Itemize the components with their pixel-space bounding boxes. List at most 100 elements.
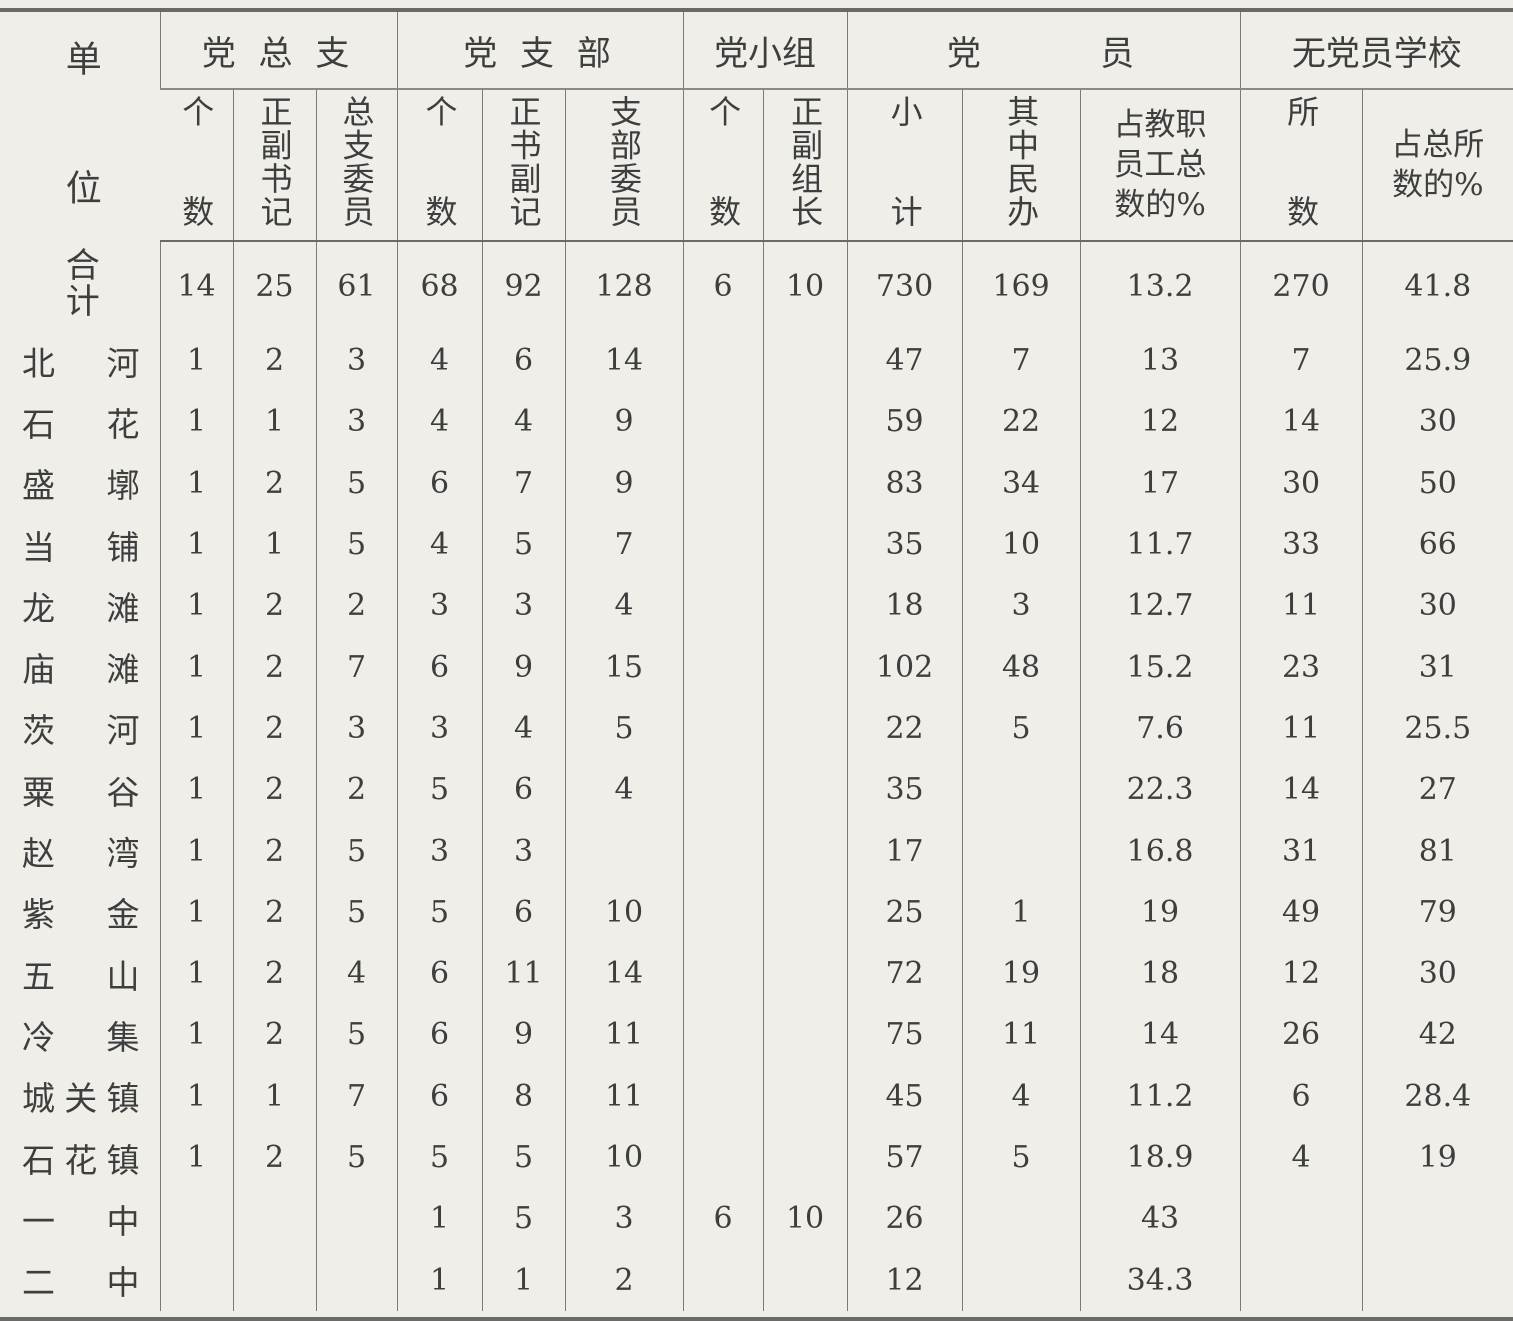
subheader: 占总所 数的% (1361, 89, 1513, 242)
table-cell: 14 (1239, 759, 1363, 821)
table-cell: 1 (481, 1249, 566, 1311)
subheader: 总支委员 (315, 89, 398, 242)
table-cell: 11.7 (1079, 513, 1241, 576)
table-cell: 6 (682, 1188, 764, 1250)
table-cell: 17 (846, 820, 963, 882)
table-cell: 1 (159, 697, 233, 760)
unit-name: 石花镇 (22, 1140, 140, 1180)
table-cell: 1 (232, 1065, 316, 1127)
table-row: 盛墎 1 2 5 6 7 9 83 34 17 30 50 (0, 452, 1513, 514)
table-cell: 30 (1361, 575, 1513, 637)
unit-name: 盛墎 (22, 466, 140, 506)
unit-name-cell: 冷集 (0, 1004, 160, 1065)
table-cell: 4 (315, 942, 398, 1005)
table-cell (1361, 1249, 1513, 1311)
table-cell: 4 (481, 697, 566, 760)
subheader-label: 总支委员 (337, 95, 376, 227)
subheader: 正副组长 (762, 89, 848, 242)
subheader: 小计 (846, 89, 963, 242)
table-cell: 5 (315, 820, 398, 882)
unit-header: 单位 (0, 12, 160, 241)
table-cell: 11 (961, 1004, 1081, 1066)
table-cell: 59 (846, 391, 963, 453)
table-cell: 1 (396, 1188, 483, 1250)
table-cell: 33 (1239, 513, 1363, 576)
table-cell: 11 (481, 942, 566, 1005)
table-cell: 7 (315, 1065, 398, 1127)
group-header-no-member-schools: 无党员学校 (1239, 12, 1513, 90)
table-cell: 48 (961, 636, 1081, 698)
subheader-label: 所数 (1282, 95, 1321, 227)
unit-name-cell: 盛墎 (0, 453, 160, 514)
unit-name: 庙滩 (22, 650, 140, 690)
total-label-cell: 合计 (0, 241, 160, 330)
table-body: 合计 14 25 61 68 92 128 6 10 730 169 13.2 270 41.8 北河 1… (0, 241, 1513, 1311)
table-cell: 1 (159, 759, 233, 821)
table-cell: 11 (564, 1004, 684, 1066)
table-cell (1239, 1249, 1363, 1311)
table-row: 茨河 1 2 3 3 4 5 22 5 7.6 11 25.5 (0, 697, 1513, 760)
table-cell: 72 (846, 942, 963, 1005)
table-cell: 30 (1361, 942, 1513, 1005)
table-cell: 66 (1361, 513, 1513, 576)
table-row: 龙滩 1 2 2 3 3 4 18 3 12.7 11 30 (0, 575, 1513, 637)
table-row: 庙滩 1 2 7 6 9 15 102 48 15.2 23 31 (0, 636, 1513, 698)
table-cell (961, 759, 1081, 821)
table-cell (682, 452, 764, 514)
table-cell: 6 (396, 636, 483, 698)
table-cell (564, 820, 684, 882)
table-cell: 5 (396, 759, 483, 821)
table-cell: 7 (481, 452, 566, 514)
table-cell: 9 (564, 452, 684, 514)
table-cell: 26 (1239, 1004, 1363, 1066)
subheader-label: 个数 (420, 95, 459, 227)
unit-name: 一中 (22, 1201, 140, 1241)
unit-name: 粟谷 (22, 772, 140, 812)
table-cell (682, 1065, 764, 1127)
table-cell: 13 (1079, 330, 1241, 392)
unit-name: 北河 (22, 343, 140, 383)
unit-name: 五山 (22, 956, 140, 996)
table-cell: 16.8 (1079, 820, 1241, 882)
table-cell: 6 (1239, 1065, 1363, 1127)
unit-name-cell: 当铺 (0, 514, 160, 575)
table-cell: 27 (1361, 759, 1513, 821)
table-cell: 5 (481, 513, 566, 576)
subheader-label: 正书副记 (504, 95, 543, 227)
table-cell: 30 (1361, 391, 1513, 453)
table-cell: 4 (396, 330, 483, 392)
table-cell: 47 (846, 330, 963, 392)
table-cell (762, 1065, 848, 1127)
table-row: 北河 1 2 3 4 6 14 47 7 13 7 25.9 (0, 330, 1513, 392)
table-cell: 3 (315, 697, 398, 760)
table-cell (682, 330, 764, 392)
table-cell: 12 (1079, 391, 1241, 453)
table-cell: 12.7 (1079, 575, 1241, 637)
table-cell: 25.5 (1361, 697, 1513, 760)
table-cell (762, 452, 848, 514)
table-cell: 25 (846, 881, 963, 943)
table-cell (159, 1188, 233, 1250)
subheader-label: 支部委员 (605, 95, 644, 227)
table-cell: 8 (481, 1065, 566, 1127)
table-cell: 10 (961, 513, 1081, 576)
subheader: 个数 (396, 89, 483, 242)
total-cell: 730 (846, 241, 963, 330)
total-cell: 68 (396, 241, 483, 330)
table-cell: 22 (846, 697, 963, 760)
table-cell (762, 330, 848, 392)
table-cell (762, 881, 848, 943)
table-cell: 9 (481, 636, 566, 698)
unit-name-cell: 北河 (0, 330, 160, 391)
table-cell: 35 (846, 513, 963, 576)
table-cell (682, 820, 764, 882)
subheader-label: 个数 (177, 95, 216, 227)
table-cell (232, 1188, 316, 1250)
table-cell (315, 1188, 398, 1250)
table-cell: 7.6 (1079, 697, 1241, 760)
unit-name: 石花 (22, 404, 140, 444)
table-cell: 11 (564, 1065, 684, 1127)
table-cell (762, 391, 848, 453)
subheader-row: 个数 正副书记 总支委员 个数 正书副记 支部委员 个数 正副组长 小计 其中民… (0, 89, 1513, 242)
total-cell: 6 (682, 241, 764, 330)
